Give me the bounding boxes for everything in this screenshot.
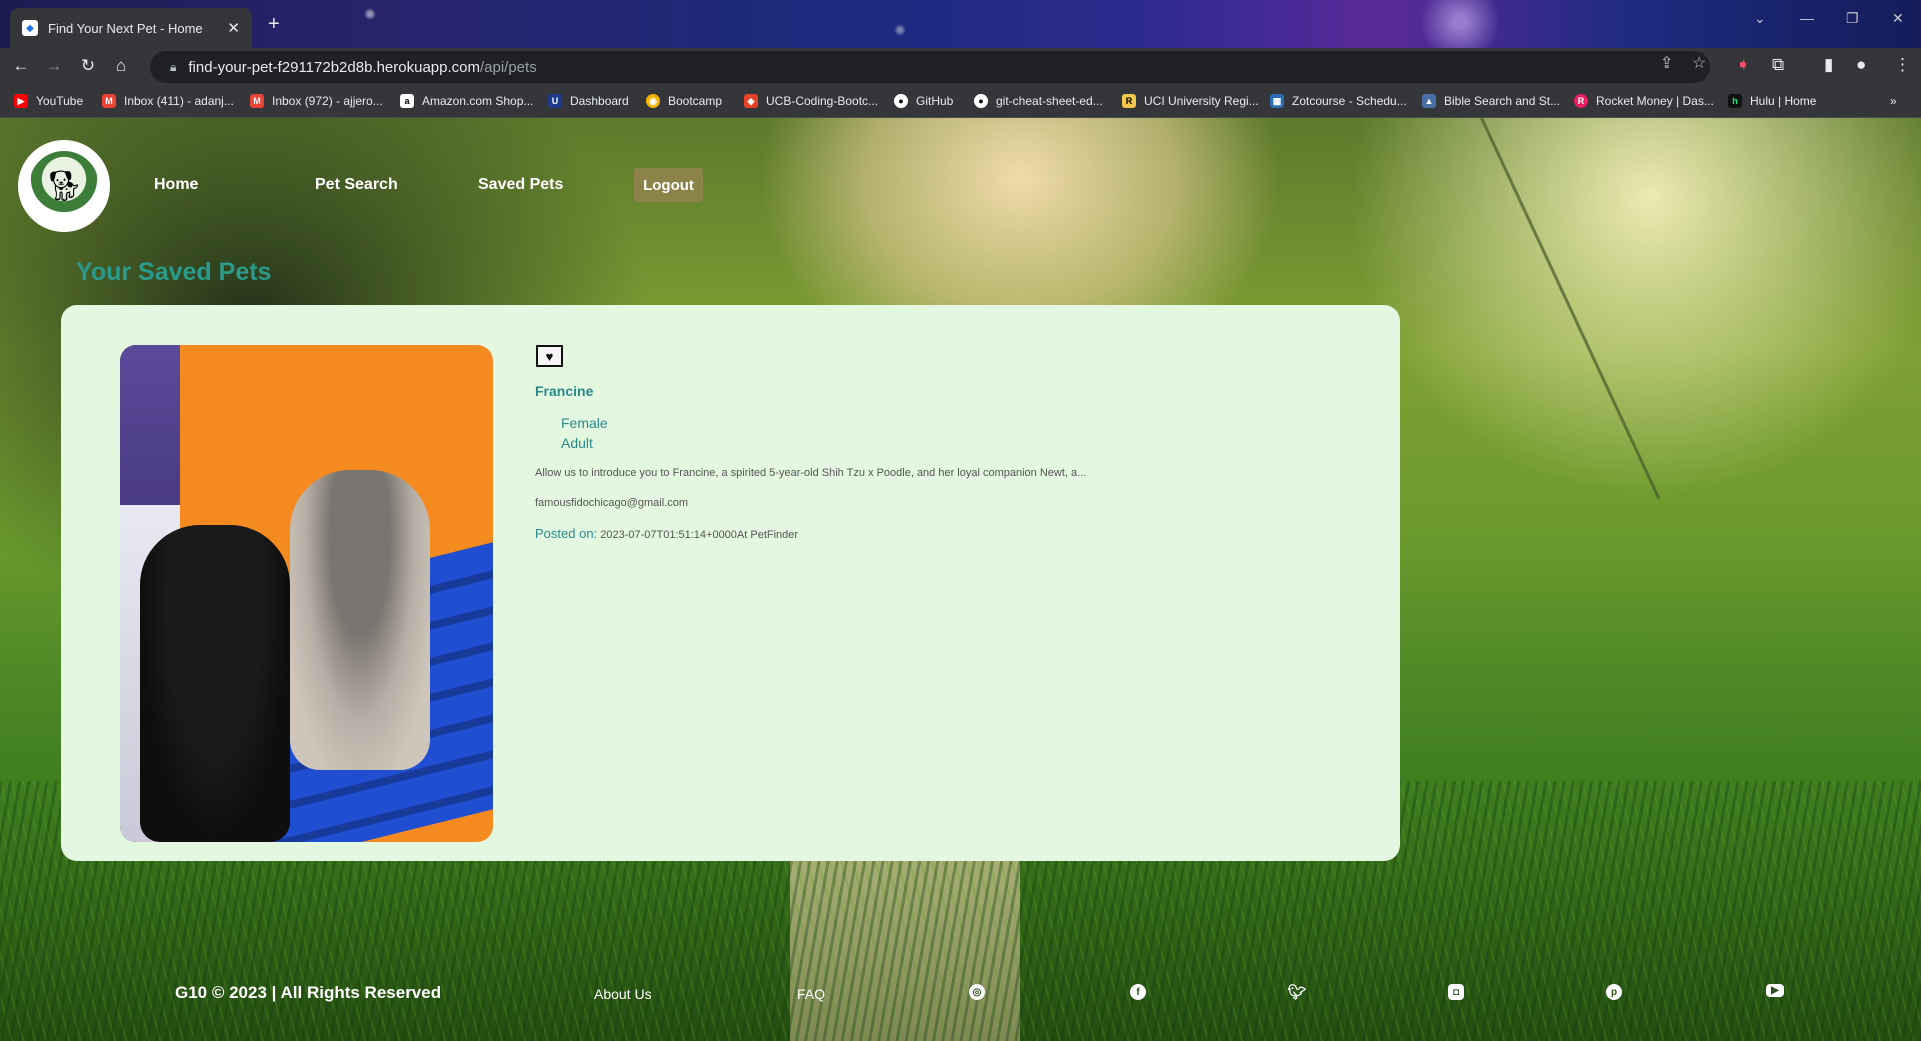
gmail-icon: M	[102, 94, 116, 108]
pinterest-icon[interactable]: p	[1606, 984, 1622, 1000]
footer-faq[interactable]: FAQ	[797, 986, 825, 1002]
page-title: Your Saved Pets	[76, 258, 272, 286]
site-logo[interactable]: 🐕︎	[18, 140, 110, 232]
bookmark-git-cheat-sheet[interactable]: ● git-cheat-sheet-ed...	[974, 94, 1103, 108]
bookmark-dashboard[interactable]: U Dashboard	[548, 94, 629, 108]
dashboard-icon: U	[548, 94, 562, 108]
photo-gray-dog	[290, 470, 430, 770]
facebook-icon[interactable]: f	[1130, 984, 1146, 1000]
pet-gender: Female	[561, 415, 608, 431]
extension-icon[interactable]: ➧	[1736, 55, 1750, 75]
twitter-icon[interactable]: 🐦︎	[1287, 984, 1306, 1001]
new-tab-icon[interactable]: +	[268, 13, 280, 36]
photo-black-dog	[140, 525, 290, 842]
saved-pet-card: ♥ Francine Female Adult Allow us to intr…	[61, 305, 1400, 861]
instagram-icon[interactable]: ◘	[1448, 984, 1464, 1000]
bookmark-gmail-1[interactable]: M Inbox (411) - adanj...	[102, 94, 234, 108]
zotcourse-icon: ▦	[1270, 94, 1284, 108]
bookmark-youtube[interactable]: ▶ YouTube	[14, 94, 83, 108]
bookmark-gmail-2[interactable]: M Inbox (972) - ajjero...	[250, 94, 383, 108]
github-icon[interactable]: ◎	[969, 984, 985, 1000]
tab-search-icon[interactable]: ⌄	[1754, 10, 1766, 27]
browser-tab-active[interactable]: ◆ Find Your Next Pet - Home ✕	[10, 8, 252, 48]
nav-home[interactable]: Home	[154, 176, 198, 194]
pet-age: Adult	[561, 435, 593, 451]
nav-pet-search[interactable]: Pet Search	[315, 176, 398, 194]
youtube-icon: ▶	[14, 94, 28, 108]
bookmark-zotcourse[interactable]: ▦ Zotcourse - Schedu...	[1270, 94, 1407, 108]
amazon-icon: a	[400, 94, 414, 108]
reload-icon[interactable]: ↻	[77, 56, 99, 76]
gitlab-icon: ◆	[744, 94, 758, 108]
address-bar[interactable]: 🔒︎ find-your-pet-f291172b2d8b.herokuapp.…	[150, 51, 1710, 83]
posted-label: Posted on:	[535, 526, 598, 541]
bookmarks-bar: ▶ YouTube M Inbox (411) - adanj... M Inbox …	[0, 86, 1921, 118]
posted-value: 2023-07-07T01:51:14+0000At PetFinder	[600, 529, 799, 541]
logout-button[interactable]: Logout	[634, 168, 703, 202]
browser-tab-strip: ◆ Find Your Next Pet - Home ✕ + ⌄ — ❐ ✕	[0, 0, 1921, 48]
tab-close-icon[interactable]: ✕	[227, 19, 240, 37]
page-background: 🐕︎ Home Pet Search Saved Pets Logout You…	[0, 118, 1921, 1041]
lock-icon[interactable]: 🔒︎	[170, 60, 176, 75]
forward-icon[interactable]: →	[43, 56, 65, 76]
share-icon[interactable]: ⇪	[1660, 53, 1673, 73]
browser-toolbar: ← → ↻ ⌂ 🔒︎ find-your-pet-f291172b2d8b.he…	[0, 48, 1921, 86]
heart-icon: ♥	[545, 348, 554, 364]
profile-avatar-icon[interactable]: ●	[1856, 55, 1866, 75]
bookmark-github[interactable]: ● GitHub	[894, 94, 953, 108]
rocket-money-icon: R	[1574, 94, 1588, 108]
favorite-heart-button[interactable]: ♥	[536, 345, 563, 367]
nav-saved-pets[interactable]: Saved Pets	[478, 176, 563, 194]
bookmark-hulu[interactable]: h Hulu | Home	[1728, 94, 1816, 108]
site-footer: G10 © 2023 | All Rights Reserved About U…	[0, 976, 1921, 1016]
github-icon: ●	[894, 94, 908, 108]
pet-description: Allow us to introduce you to Francine, a…	[535, 467, 1087, 479]
tab-title: Find Your Next Pet - Home	[48, 20, 203, 36]
bookmark-amazon[interactable]: a Amazon.com Shop...	[400, 94, 533, 108]
restore-icon[interactable]: ❐	[1846, 10, 1859, 27]
pet-posted-date: Posted on: 2023-07-07T01:51:14+0000At Pe…	[535, 526, 798, 541]
side-panel-icon[interactable]: ▮	[1824, 55, 1833, 75]
bookmark-rocket-money[interactable]: R Rocket Money | Das...	[1574, 94, 1714, 108]
bookmark-ucb[interactable]: ◆ UCB-Coding-Bootc...	[744, 94, 878, 108]
bookmark-uci[interactable]: R UCI University Regi...	[1122, 94, 1259, 108]
youtube-icon[interactable]: ▶	[1766, 984, 1784, 997]
browser-menu-icon[interactable]: ⋮	[1894, 55, 1911, 75]
minimize-icon[interactable]: —	[1800, 10, 1814, 26]
bookmark-star-icon[interactable]: ☆	[1692, 53, 1706, 73]
bookmark-bible-search[interactable]: ▲ Bible Search and St...	[1422, 94, 1560, 108]
back-icon[interactable]: ←	[10, 56, 32, 76]
footer-about-us[interactable]: About Us	[594, 986, 652, 1002]
bookmark-bootcamp[interactable]: ◉ Bootcamp	[646, 94, 722, 108]
bible-icon: ▲	[1422, 94, 1436, 108]
close-window-icon[interactable]: ✕	[1892, 10, 1904, 27]
pets-logo-icon: 🐕︎	[29, 151, 99, 221]
pet-contact-email: famousfidochicago@gmail.com	[535, 497, 689, 509]
url-path: /api/pets	[479, 58, 537, 76]
gmail-icon: M	[250, 94, 264, 108]
site-navbar: 🐕︎ Home Pet Search Saved Pets Logout	[0, 118, 1921, 243]
extensions-puzzle-icon[interactable]: ⧉	[1772, 55, 1784, 75]
github-icon: ●	[974, 94, 988, 108]
url-host: find-your-pet-f291172b2d8b.herokuapp.com	[188, 58, 480, 76]
hulu-icon: h	[1728, 94, 1742, 108]
bootcamp-icon: ◉	[646, 94, 660, 108]
footer-copyright: G10 © 2023 | All Rights Reserved	[175, 983, 442, 1002]
pet-photo	[120, 345, 493, 842]
home-icon[interactable]: ⌂	[110, 56, 132, 76]
bookmarks-overflow-icon[interactable]: »	[1890, 94, 1897, 108]
tab-favicon-icon: ◆	[22, 20, 38, 36]
uci-icon: R	[1122, 94, 1136, 108]
pet-name: Francine	[535, 383, 594, 399]
